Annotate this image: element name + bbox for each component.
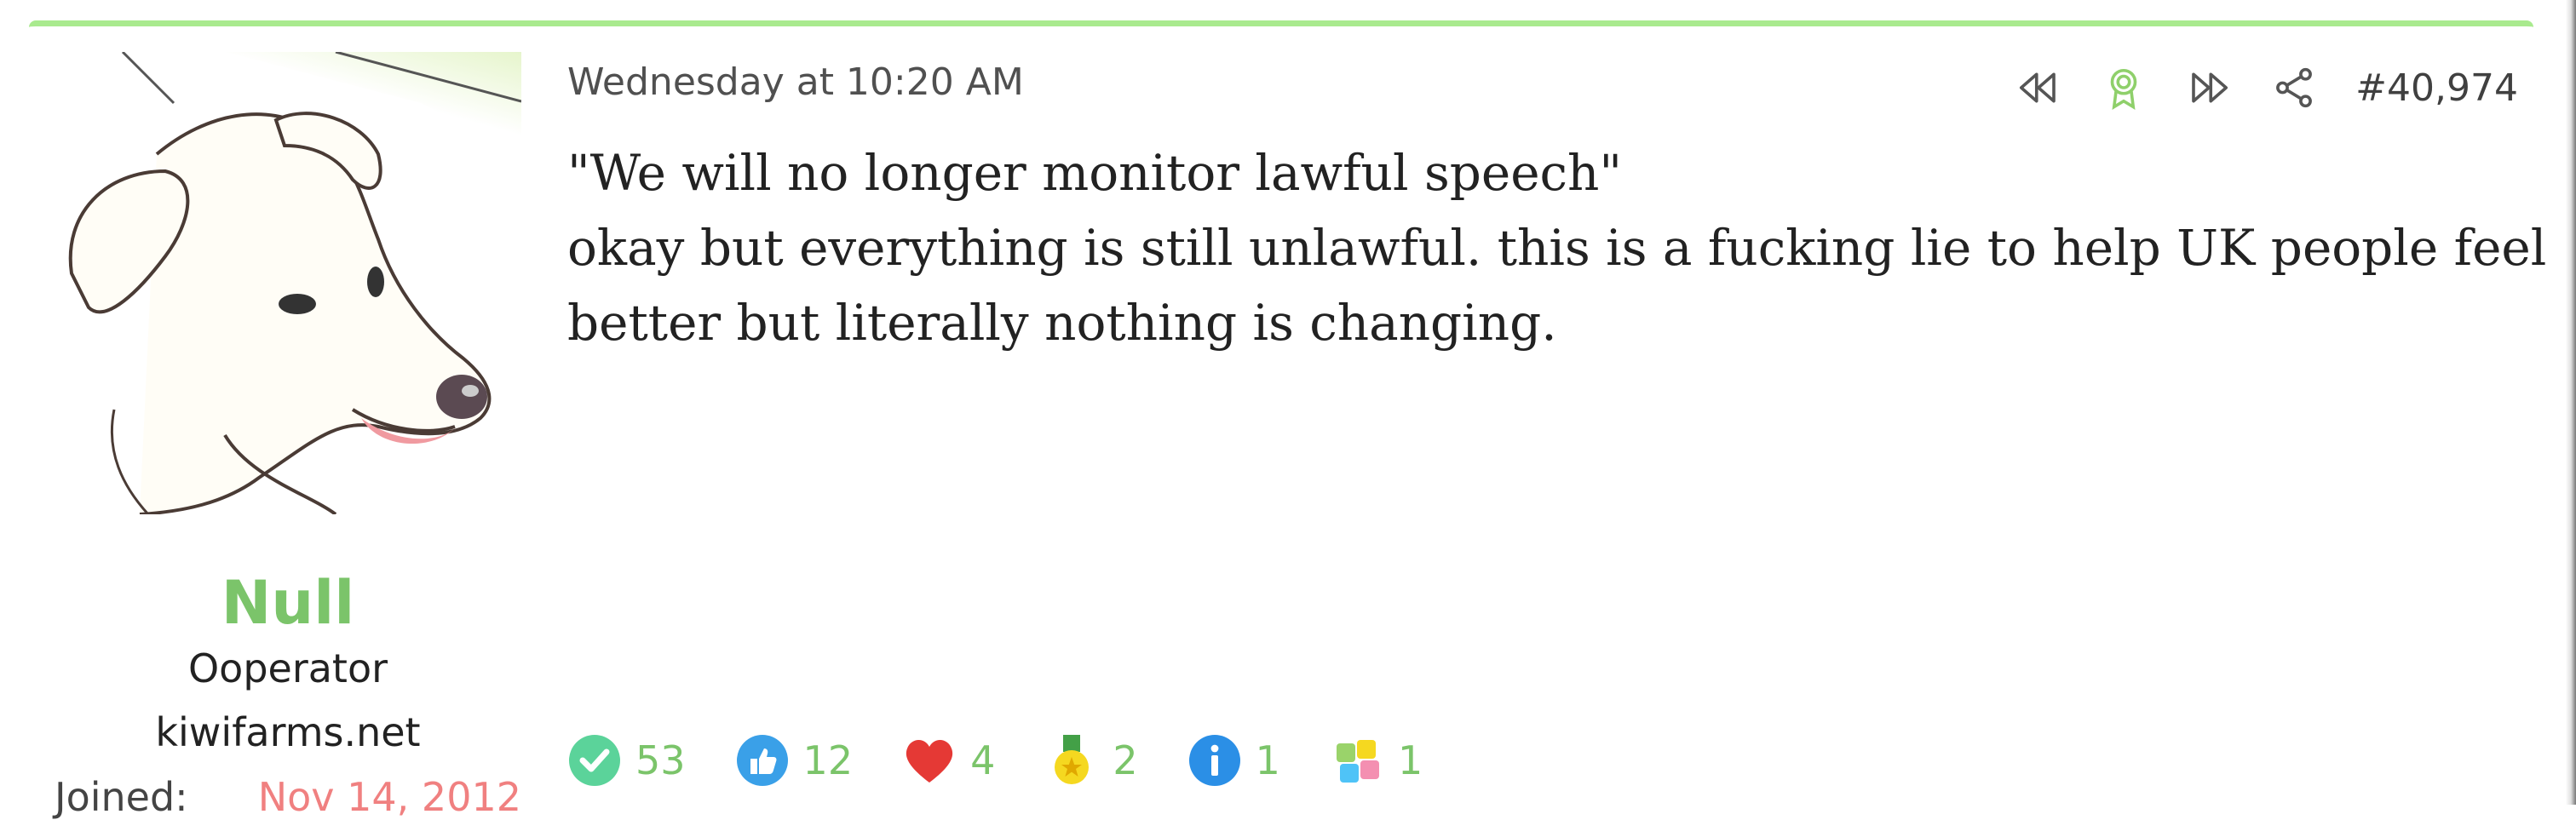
- reaction-count: 12: [802, 737, 854, 783]
- post-body-line: "We will no longer monitor lawful speech…: [567, 144, 1623, 202]
- reaction-medal[interactable]: 2: [1044, 733, 1138, 788]
- info-icon: [1188, 735, 1240, 786]
- puzzle-icon: [1336, 740, 1379, 783]
- reaction-check[interactable]: 53: [567, 733, 686, 788]
- post-body: "We will no longer monitor lawful speech…: [567, 135, 2547, 360]
- reaction-info[interactable]: 1: [1187, 733, 1280, 788]
- medal-icon: [1055, 735, 1090, 784]
- window-edge: [2566, 0, 2576, 805]
- reaction-count: 53: [635, 737, 686, 783]
- joined-date: Nov 14, 2012: [257, 774, 521, 820]
- avatar[interactable]: [55, 52, 521, 514]
- post-timestamp[interactable]: Wednesday at 10:20 AM: [567, 60, 1024, 104]
- fast-forward-icon[interactable]: [2182, 60, 2236, 115]
- reaction-like[interactable]: 12: [735, 733, 854, 788]
- check-icon: [569, 735, 620, 786]
- reaction-puzzle[interactable]: 1: [1330, 733, 1423, 788]
- reaction-count: 2: [1113, 737, 1138, 783]
- user-info: Null Ooperator kiwifarms.net Joined: Nov…: [55, 52, 521, 820]
- dog-avatar-image: [55, 52, 521, 514]
- post-body-line: okay but everything is still unlawful. t…: [567, 219, 2547, 277]
- reaction-count: 1: [1255, 737, 1280, 783]
- post-container: Null Ooperator kiwifarms.net Joined: Nov…: [29, 20, 2547, 820]
- rewind-icon[interactable]: [2011, 60, 2066, 115]
- user-site: kiwifarms.net: [155, 709, 421, 755]
- post-actions: #40,974: [1981, 52, 2518, 123]
- heart-icon: [906, 739, 953, 783]
- reaction-count: 4: [970, 737, 996, 783]
- award-icon[interactable]: [2096, 60, 2151, 115]
- joined-label: Joined:: [55, 774, 188, 820]
- post-number[interactable]: #40,974: [2355, 66, 2518, 110]
- user-title: Ooperator: [187, 645, 388, 691]
- reaction-love[interactable]: 4: [902, 733, 995, 788]
- reactions-bar: 53 12 4 2 1 1: [567, 733, 1472, 788]
- post-body-line: better but literally nothing is changing…: [567, 294, 1557, 352]
- reaction-count: 1: [1397, 737, 1423, 783]
- username[interactable]: Null: [55, 568, 521, 638]
- share-icon[interactable]: [2267, 60, 2321, 115]
- post-main: Wednesday at 10:20 AM #40,974 "We will n…: [567, 52, 2547, 801]
- thumbs-up-icon: [736, 735, 788, 786]
